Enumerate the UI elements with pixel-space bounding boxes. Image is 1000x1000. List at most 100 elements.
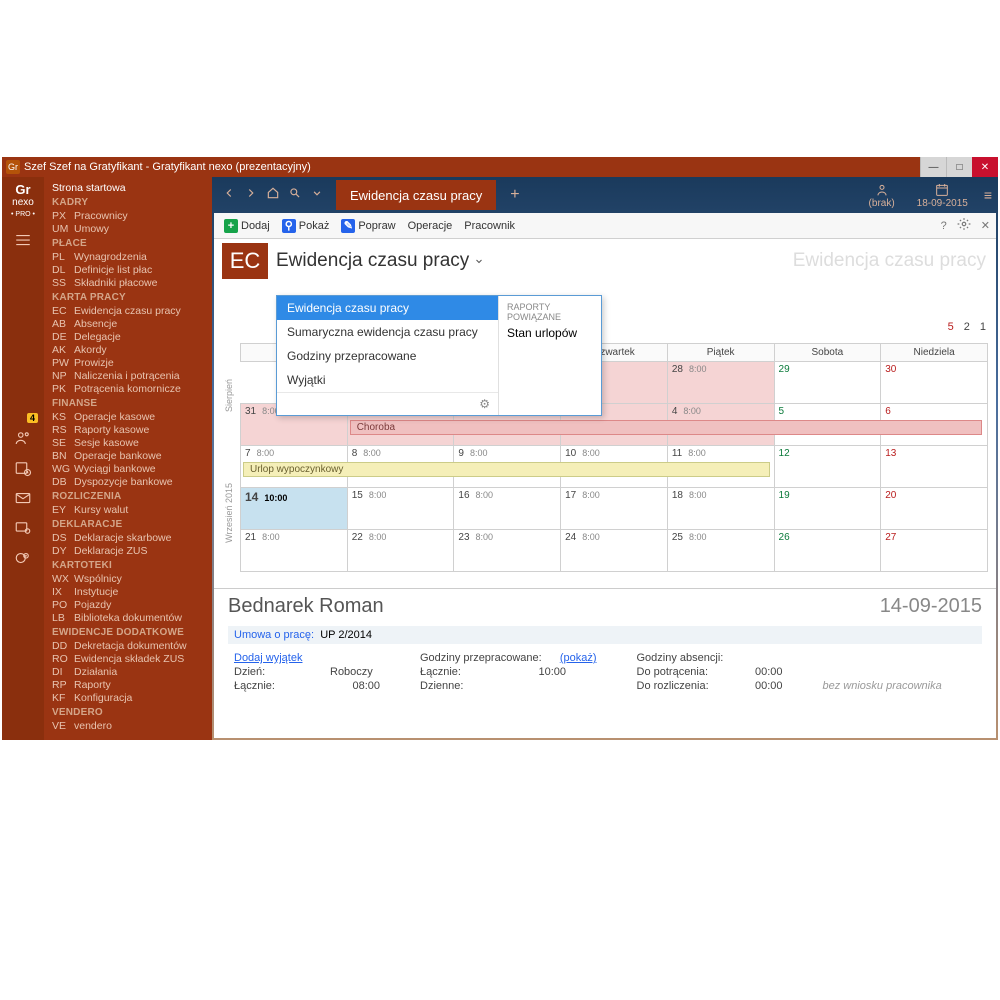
certificate-icon[interactable] [9, 517, 37, 539]
rail-badge: 4 [27, 413, 38, 423]
sidebar-item[interactable]: SSSkładniki płacowe [44, 276, 212, 289]
sidebar-item[interactable]: BNOperacje bankowe [44, 449, 212, 462]
sidebar-header: KARTOTEKI [44, 557, 212, 572]
minimize-button[interactable]: — [920, 157, 946, 177]
sidebar-item[interactable]: DIDziałania [44, 665, 212, 678]
mail-icon[interactable] [9, 487, 37, 509]
sidebar-item[interactable]: DEDelegacje [44, 330, 212, 343]
sidebar-item[interactable]: PKPotrącenia komornicze [44, 382, 212, 395]
operations-button[interactable]: Operacje [404, 220, 457, 232]
top-strip: Ewidencja czasu pracy + (brak) 18-09-201… [212, 177, 998, 213]
sidebar-item[interactable]: ABAbsencje [44, 317, 212, 330]
sidebar-item[interactable]: PLWynagrodzenia [44, 250, 212, 263]
calendar-clock-icon[interactable] [9, 457, 37, 479]
sidebar-header: ROZLICZENIA [44, 488, 212, 503]
details-panel: Bednarek Roman 14-09-2015 Umowa o pracę:… [214, 588, 996, 738]
sidebar-item[interactable]: NPNaliczenia i potrącenia [44, 369, 212, 382]
active-tab[interactable]: Ewidencja czasu pracy [336, 180, 496, 210]
close-panel-icon[interactable]: ✕ [981, 219, 990, 232]
add-tab-icon[interactable]: + [504, 186, 519, 204]
module-dropdown-menu: Ewidencja czasu pracy Sumaryczna ewidenc… [276, 295, 602, 416]
back-icon[interactable] [222, 186, 236, 205]
module-badge: EC [222, 243, 268, 279]
dd-settings-icon[interactable]: ⚙ [277, 392, 498, 415]
edit-button[interactable]: ✎Popraw [337, 219, 399, 233]
close-button[interactable]: ✕ [972, 157, 998, 177]
app-logo: Grnexo• PRO • [11, 181, 35, 221]
sidebar-item[interactable]: KFKonfiguracja [44, 691, 212, 704]
event-urlop[interactable]: Urlop wypoczynkowy [243, 462, 770, 477]
users-icon[interactable] [9, 427, 37, 449]
sidebar-start[interactable]: Strona startowa [44, 181, 212, 194]
sidebar-item[interactable]: WGWyciągi bankowe [44, 462, 212, 475]
sidebar-item[interactable]: ECEwidencja czasu pracy [44, 304, 212, 317]
show-link[interactable]: (pokaż) [560, 652, 597, 664]
dd-item-ewidencja[interactable]: Ewidencja czasu pracy [277, 296, 498, 320]
sidebar-item[interactable]: VEvendero [44, 719, 212, 732]
maximize-button[interactable]: □ [946, 157, 972, 177]
chevron-down-icon[interactable] [310, 186, 324, 205]
dd-related-header: RAPORTY POWIĄZANE [507, 302, 593, 322]
dd-item-wyjatki[interactable]: Wyjątki [277, 368, 498, 392]
date-indicator[interactable]: 18-09-2015 [911, 182, 974, 209]
event-choroba[interactable]: Choroba [350, 420, 982, 435]
sidebar-header: FINANSE [44, 395, 212, 410]
module-dropdown[interactable]: Ewidencja czasu pracy [268, 250, 485, 272]
sidebar-item[interactable]: DYDeklaracje ZUS [44, 544, 212, 557]
sidebar-header: PŁACE [44, 235, 212, 250]
ghost-title: Ewidencja czasu pracy [793, 250, 986, 272]
sidebar-header: VENDERO [44, 704, 212, 719]
sidebar-item[interactable]: RSRaporty kasowe [44, 423, 212, 436]
gear-icon[interactable] [957, 217, 971, 234]
employee-button[interactable]: Pracownik [460, 220, 519, 232]
sidebar-item[interactable]: UMUmowy [44, 222, 212, 235]
dd-related-item[interactable]: Stan urlopów [507, 326, 593, 340]
help-icon[interactable]: ? [941, 220, 947, 232]
sidebar-item[interactable]: PWProwizje [44, 356, 212, 369]
sidebar-item[interactable]: DSDeklaracje skarbowe [44, 531, 212, 544]
window-title: Szef Szef na Gratyfikant - Gratyfikant n… [24, 161, 311, 173]
sidebar-item[interactable]: PXPracownicy [44, 209, 212, 222]
toolbar: +Dodaj ⚲Pokaż ✎Popraw Operacje Pracownik… [214, 213, 996, 239]
sidebar-item[interactable]: POPojazdy [44, 598, 212, 611]
dd-item-sumaryczna[interactable]: Sumaryczna ewidencja czasu pracy [277, 320, 498, 344]
note-text: bez wniosku pracownika [823, 680, 942, 692]
detail-date: 14-09-2015 [880, 595, 982, 618]
employee-name: Bednarek Roman [228, 595, 384, 618]
chevron-down-icon [473, 255, 485, 267]
month-labels: Sierpień Wrzesień 2015 [222, 343, 236, 578]
more-icon[interactable]: ≡ [984, 187, 992, 203]
sidebar-header: KARTA PRACY [44, 289, 212, 304]
forward-icon[interactable] [244, 186, 258, 205]
app-icon: Gr [6, 160, 20, 174]
show-button[interactable]: ⚲Pokaż [278, 219, 334, 233]
contract-link[interactable]: Umowa o pracę: [234, 629, 314, 641]
sidebar-item[interactable]: AKAkordy [44, 343, 212, 356]
menu-icon[interactable] [9, 229, 37, 251]
sidebar-item[interactable]: ROEwidencja składek ZUS [44, 652, 212, 665]
sidebar-item[interactable]: KSOperacje kasowe [44, 410, 212, 423]
user-indicator[interactable]: (brak) [863, 182, 901, 209]
sidebar-item[interactable]: RPRaporty [44, 678, 212, 691]
sidebar-item[interactable]: IXInstytucje [44, 585, 212, 598]
home-icon[interactable] [266, 186, 280, 205]
view-numbers[interactable]: 521 [948, 321, 986, 333]
sidebar-item[interactable]: DLDefinicje list płac [44, 263, 212, 276]
sidebar-item[interactable]: WXWspólnicy [44, 572, 212, 585]
dd-item-godziny[interactable]: Godziny przepracowane [277, 344, 498, 368]
add-circle-icon[interactable] [9, 547, 37, 569]
sidebar-header: EWIDENCJE DODATKOWE [44, 624, 212, 639]
sidebar: Strona startowa KADRYPXPracownicyUMUmowy… [44, 177, 212, 740]
search-icon[interactable] [288, 186, 302, 205]
add-button[interactable]: +Dodaj [220, 219, 274, 233]
sidebar-header: KADRY [44, 194, 212, 209]
sidebar-item[interactable]: EYKursy walut [44, 503, 212, 516]
sidebar-header: DEKLARACJE [44, 516, 212, 531]
sidebar-item[interactable]: DBDyspozycje bankowe [44, 475, 212, 488]
add-exception-link[interactable]: Dodaj wyjątek [234, 652, 380, 664]
sidebar-item[interactable]: SESesje kasowe [44, 436, 212, 449]
sidebar-item[interactable]: DDDekretacja dokumentów [44, 639, 212, 652]
left-rail: Grnexo• PRO • 4 [2, 177, 44, 740]
sidebar-item[interactable]: LBBiblioteka dokumentów [44, 611, 212, 624]
title-bar: Gr Szef Szef na Gratyfikant - Gratyfikan… [2, 157, 998, 177]
